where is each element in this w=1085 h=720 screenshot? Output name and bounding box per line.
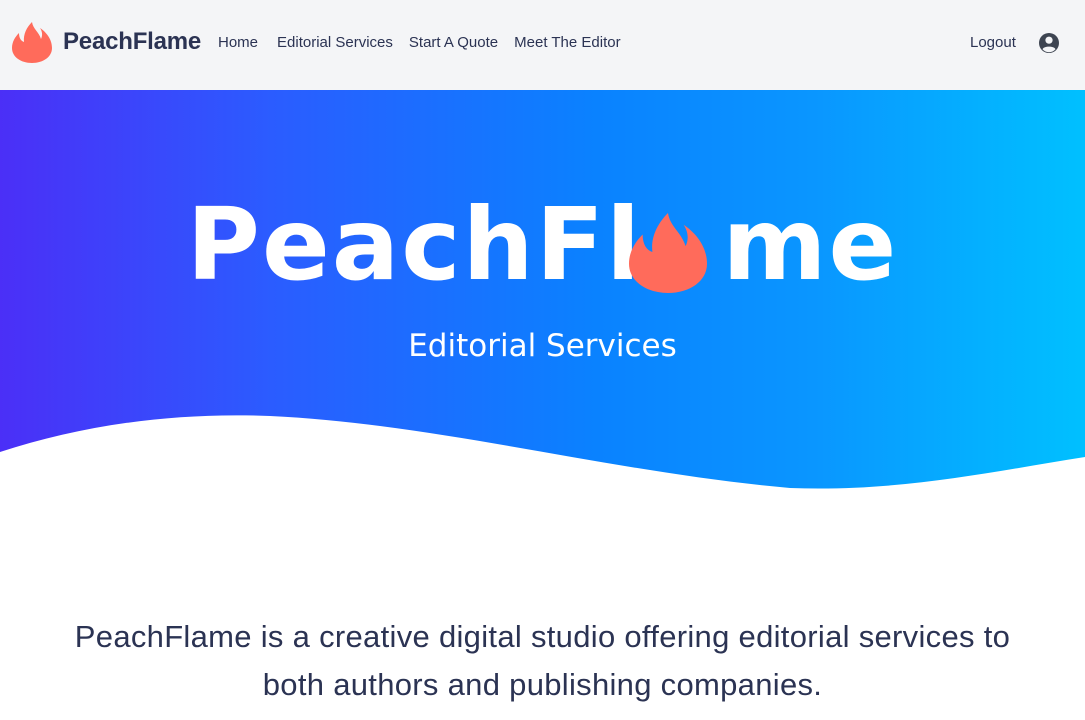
top-navbar: PeachFlame Home Editorial Services Start… [0, 0, 1085, 90]
hero-title-right: me [722, 186, 899, 303]
main-nav: Home Editorial Services Start A Quote Me… [218, 34, 637, 52]
hero-title: PeachFl me [0, 185, 1085, 305]
intro-paragraph: PeachFlame is a creative digital studio … [74, 619, 1011, 702]
nav-link-start-a-quote[interactable]: Start A Quote [409, 34, 498, 52]
hero-subtitle: Editorial Services [408, 328, 677, 364]
brand-logo-link[interactable]: PeachFlame [12, 20, 201, 64]
nav-link-meet-the-editor[interactable]: Meet The Editor [514, 34, 620, 52]
user-circle-icon[interactable] [1038, 32, 1060, 54]
logout-link[interactable]: Logout [970, 34, 1016, 52]
nav-link-home[interactable]: Home [218, 34, 258, 52]
flame-icon [629, 213, 707, 293]
brand-name: PeachFlame [63, 28, 202, 55]
flame-icon [12, 22, 52, 63]
nav-link-editorial-services[interactable]: Editorial Services [277, 34, 393, 52]
hero-banner: PeachFl me Editorial Services [0, 90, 1085, 500]
hero-title-left: PeachFl [186, 186, 643, 303]
